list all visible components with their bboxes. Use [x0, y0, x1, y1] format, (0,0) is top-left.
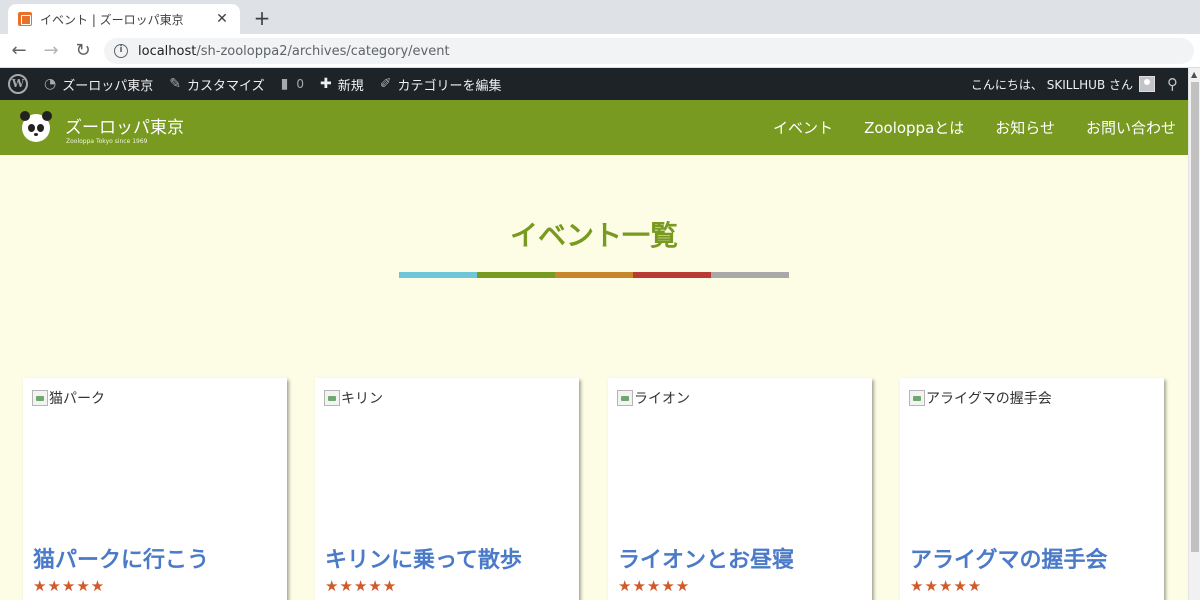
wordpress-icon: W	[8, 74, 28, 94]
broken-image-icon	[32, 390, 48, 406]
brush-icon: ✎	[169, 76, 181, 92]
site-name-label: ズーロッパ東京	[62, 78, 154, 94]
scroll-up-arrow-icon[interactable]: ▲	[1191, 70, 1197, 79]
nav-item-about[interactable]: Zooloppaとは	[864, 117, 964, 138]
edit-category-menu[interactable]: ✐ カテゴリーを編集	[372, 68, 510, 100]
site-nav: イベント Zooloppaとは お知らせ お問い合わせ	[742, 100, 1176, 155]
rating-stars: ★★★★★	[618, 577, 691, 595]
nav-item-event[interactable]: イベント	[773, 117, 833, 138]
rating-stars: ★★★★★	[33, 577, 106, 595]
page-title: イベント一覧	[509, 219, 678, 252]
my-account-menu[interactable]: こんにちは、 SKILLHUB さん	[963, 68, 1159, 100]
rating-stars: ★★★★★	[910, 577, 983, 595]
event-card[interactable]: キリン キリンに乗って散歩 ★★★★★	[315, 378, 579, 600]
edit-category-label: カテゴリーを編集	[397, 78, 502, 94]
event-image[interactable]: ライオン	[617, 388, 690, 408]
broken-image-icon	[909, 390, 925, 406]
browser-tab[interactable]: イベント | ズーロッパ東京 ✕	[8, 4, 240, 34]
color-bar-segment	[477, 272, 555, 278]
comment-icon: ▮	[280, 76, 289, 92]
pencil-icon: ✐	[379, 76, 392, 92]
broken-image-icon	[324, 390, 340, 406]
plus-icon: ✚	[319, 76, 332, 92]
rating-stars: ★★★★★	[325, 577, 398, 595]
tab-title: イベント | ズーロッパ東京	[40, 12, 184, 27]
avatar-icon	[1139, 76, 1155, 92]
wp-logo-menu[interactable]: W	[0, 68, 36, 100]
event-title[interactable]: 猫パークに行こう	[33, 542, 209, 574]
event-image[interactable]: キリン	[324, 388, 383, 408]
color-bar-segment	[399, 272, 477, 278]
image-alt-text: 猫パーク	[49, 391, 105, 407]
new-label: 新規	[337, 78, 364, 94]
image-alt-text: ライオン	[634, 391, 690, 407]
color-bar-segment	[555, 272, 633, 278]
scrollbar-thumb[interactable]	[1191, 82, 1199, 552]
browser-tab-strip: イベント | ズーロッパ東京 ✕ +	[0, 0, 1200, 34]
address-bar-row: ← → ↻ i localhost/sh-zooloppa2/archives/…	[0, 34, 1200, 68]
event-image[interactable]: アライグマの握手会	[909, 388, 1052, 408]
panda-logo-icon[interactable]	[20, 111, 52, 142]
nav-item-contact[interactable]: お問い合わせ	[1086, 117, 1176, 138]
info-icon[interactable]: i	[114, 44, 128, 58]
event-card[interactable]: アライグマの握手会 アライグマの握手会 ★★★★★	[900, 378, 1164, 600]
favicon-icon	[18, 12, 32, 26]
scrollbar[interactable]: ▲	[1188, 68, 1200, 600]
event-card[interactable]: 猫パーク 猫パークに行こう ★★★★★	[23, 378, 287, 600]
color-bar-segment	[633, 272, 711, 278]
broken-image-icon	[617, 390, 633, 406]
image-alt-text: アライグマの握手会	[926, 391, 1052, 407]
site-tagline: Zooloppa Tokyo since 1969	[66, 138, 148, 145]
reload-icon[interactable]: ↻	[72, 40, 94, 61]
nav-item-news[interactable]: お知らせ	[995, 117, 1055, 138]
event-title[interactable]: キリンに乗って散歩	[325, 542, 522, 574]
greeting-label: こんにちは、 SKILLHUB さん	[970, 77, 1133, 92]
forward-arrow-icon[interactable]: →	[40, 40, 62, 61]
event-card[interactable]: ライオン ライオンとお昼寝 ★★★★★	[608, 378, 872, 600]
close-icon[interactable]: ✕	[214, 11, 230, 27]
comments-count: 0	[296, 77, 304, 91]
customize-menu[interactable]: ✎ カスタマイズ	[161, 68, 272, 100]
search-icon[interactable]: ⚲	[1159, 75, 1188, 93]
image-alt-text: キリン	[341, 391, 383, 407]
dashboard-icon: ◔	[44, 76, 57, 92]
site-title[interactable]: ズーロッパ東京	[65, 113, 184, 138]
site-name-menu[interactable]: ◔ ズーロッパ東京	[36, 68, 161, 100]
heading-color-bar	[399, 272, 789, 278]
event-title[interactable]: アライグマの握手会	[910, 542, 1108, 574]
color-bar-segment	[711, 272, 789, 278]
customize-label: カスタマイズ	[186, 78, 265, 94]
url-host: localhost	[138, 43, 197, 59]
back-arrow-icon[interactable]: ←	[8, 40, 30, 61]
new-content-menu[interactable]: ✚ 新規	[312, 68, 372, 100]
event-title[interactable]: ライオンとお昼寝	[618, 542, 794, 574]
event-image[interactable]: 猫パーク	[32, 388, 105, 408]
url-input[interactable]: i localhost/sh-zooloppa2/archives/catego…	[104, 38, 1194, 64]
comments-menu[interactable]: ▮ 0	[273, 68, 312, 100]
url-path: /sh-zooloppa2/archives/category/event	[196, 43, 450, 59]
new-tab-button[interactable]: +	[252, 6, 272, 30]
wp-admin-bar: W ◔ ズーロッパ東京 ✎ カスタマイズ ▮ 0 ✚ 新規 ✐ カテゴリーを編集…	[0, 68, 1188, 100]
